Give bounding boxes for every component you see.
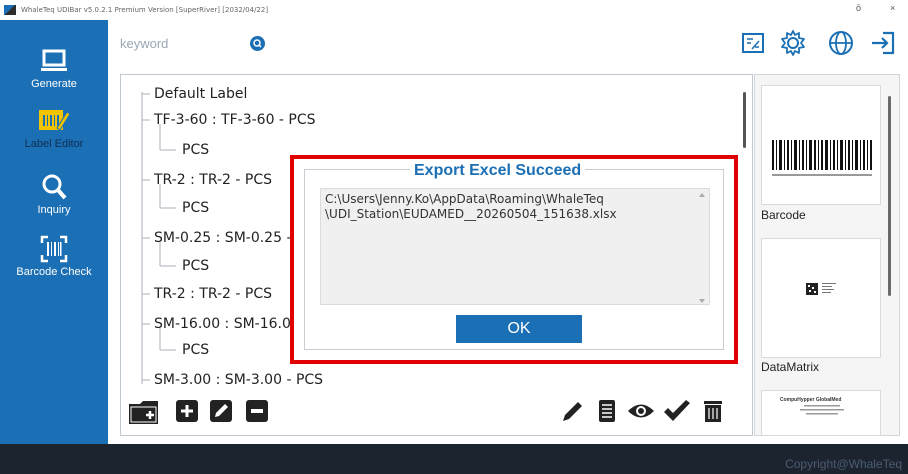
- tree-node[interactable]: PCS: [182, 258, 209, 274]
- search-icon: [42, 174, 67, 200]
- tree-node[interactable]: TF-3-60 : TF-3-60 - PCS: [154, 112, 316, 128]
- tree-node[interactable]: TR-2 : TR-2 - PCS: [154, 172, 272, 188]
- sidebar-item-label: Inquiry: [37, 204, 71, 216]
- dialog-message-box[interactable]: C:\Users\Jenny.Ko\AppData\Roaming\WhaleT…: [320, 188, 710, 305]
- app-logo-icon: [4, 5, 16, 15]
- template-label: Barcode: [761, 208, 806, 222]
- globe-icon[interactable]: [826, 28, 856, 58]
- window-title: WhaleTeq UDIBar v5.0.2.1 Premium Version…: [21, 6, 269, 14]
- template-card-barcode[interactable]: [761, 85, 881, 205]
- close-button[interactable]: ×: [890, 3, 895, 13]
- datamatrix-preview-icon: [806, 283, 836, 295]
- barcode-preview-icon: [772, 140, 872, 176]
- export-success-dialog: Export Excel Succeed C:\Users\Jenny.Ko\A…: [290, 155, 738, 364]
- ok-button[interactable]: OK: [456, 315, 582, 343]
- sidebar-item-label: Label Editor: [24, 138, 84, 150]
- template-card-datamatrix[interactable]: [761, 238, 881, 358]
- laptop-icon: [41, 49, 67, 71]
- add-item-icon[interactable]: [174, 398, 200, 424]
- search-input[interactable]: keyword: [120, 36, 168, 51]
- sidebar-item-label: Generate: [31, 78, 77, 90]
- sidebar-item-inquiry[interactable]: Inquiry: [0, 172, 108, 216]
- tree-node[interactable]: SM-0.25 : SM-0.25 - P: [154, 230, 304, 246]
- tree-node[interactable]: Default Label: [154, 86, 247, 102]
- gear-icon[interactable]: [778, 28, 808, 58]
- copyright-text: Copyright@WhaleTeq: [785, 457, 902, 471]
- sidebar-item-label-editor[interactable]: Label Editor: [0, 106, 108, 164]
- sidebar-item-label: Barcode Check: [16, 266, 92, 278]
- sidebar-item-generate[interactable]: Generate: [0, 46, 108, 90]
- template-card-globalmed[interactable]: CompuHypper GlobalMed: [761, 390, 881, 436]
- dialog-message: C:\Users\Jenny.Ko\AppData\Roaming\WhaleT…: [325, 192, 617, 221]
- search-button[interactable]: [250, 36, 265, 51]
- template-scrollbar[interactable]: [888, 96, 891, 296]
- message-scrollbar[interactable]: [699, 193, 705, 303]
- footer: Copyright@WhaleTeq: [0, 444, 908, 474]
- trash-icon[interactable]: [700, 398, 726, 424]
- title-bar: WhaleTeq UDIBar v5.0.2.1 Premium Version…: [0, 0, 908, 20]
- barcode-scan-icon: [40, 235, 68, 263]
- search-icon: [253, 39, 262, 48]
- checkmark-icon[interactable]: [662, 398, 692, 424]
- tree-node[interactable]: SM-16.00 : SM-16.00: [154, 316, 300, 332]
- sidebar-item-barcode-check[interactable]: Barcode Check: [0, 234, 108, 278]
- tree-node[interactable]: PCS: [182, 342, 209, 358]
- dialog-title: Export Excel Succeed: [410, 162, 586, 180]
- search-box[interactable]: keyword: [118, 32, 268, 56]
- eye-icon[interactable]: [626, 398, 656, 424]
- add-folder-icon[interactable]: [128, 398, 162, 426]
- label-edit-icon: [39, 110, 71, 131]
- minimize-button[interactable]: ō: [856, 3, 861, 13]
- template-preview-lines: [800, 405, 844, 415]
- tree-node[interactable]: TR-2 : TR-2 - PCS: [154, 286, 272, 302]
- import-template-icon[interactable]: [738, 28, 768, 58]
- tree-node[interactable]: SM-3.00 : SM-3.00 - PCS: [154, 372, 323, 388]
- tree-node[interactable]: PCS: [182, 142, 209, 158]
- logout-icon[interactable]: [868, 28, 898, 58]
- tree-node[interactable]: PCS: [182, 200, 209, 216]
- list-document-icon[interactable]: [594, 398, 620, 424]
- tree-scrollbar[interactable]: [743, 92, 746, 148]
- pencil-icon[interactable]: [560, 398, 586, 424]
- edit-item-icon[interactable]: [208, 398, 234, 424]
- template-label: DataMatrix: [761, 360, 820, 374]
- delete-item-icon[interactable]: [244, 398, 270, 424]
